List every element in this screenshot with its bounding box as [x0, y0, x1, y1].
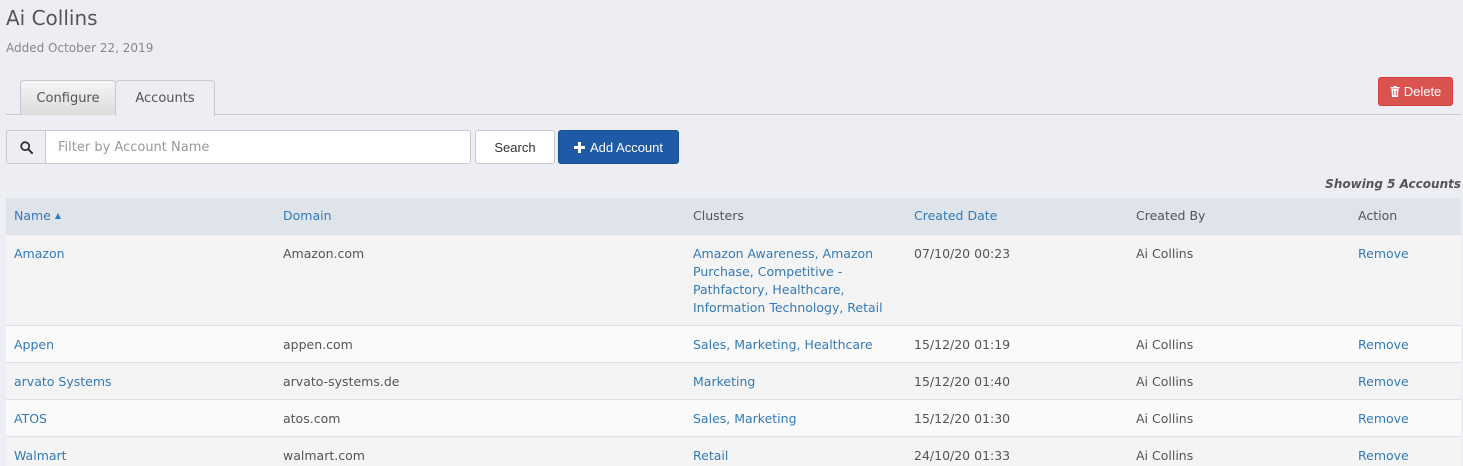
account-created-date: 15/12/20 01:19	[906, 324, 1128, 362]
column-header-name-label: Name	[14, 208, 51, 224]
account-created-by: Ai Collins	[1128, 398, 1350, 436]
remove-link[interactable]: Remove	[1358, 337, 1409, 352]
page-title: Ai Collins	[6, 6, 98, 30]
search-input[interactable]	[45, 130, 471, 164]
account-domain: Amazon.com	[275, 233, 685, 325]
search-icon	[19, 140, 33, 154]
column-header-clusters: Clusters	[693, 208, 744, 224]
account-created-date: 24/10/20 01:33	[906, 435, 1128, 466]
account-name-link[interactable]: Appen	[14, 337, 54, 352]
table-row: Walmart walmart.com Retail 24/10/20 01:3…	[6, 435, 1461, 466]
account-name-link[interactable]: arvato Systems	[14, 374, 112, 389]
column-header-domain[interactable]: Domain	[275, 198, 685, 234]
search-group	[6, 130, 471, 164]
account-created-date: 07/10/20 00:23	[906, 233, 1128, 325]
search-addon	[6, 130, 45, 164]
accounts-table: Name ▲ Domain Clusters Created Date Crea…	[6, 198, 1461, 466]
sort-ascending-icon: ▲	[54, 211, 62, 221]
account-created-date: 15/12/20 01:40	[906, 361, 1128, 399]
tab-accounts[interactable]: Accounts	[115, 80, 215, 116]
column-header-name[interactable]: Name ▲	[6, 198, 275, 234]
account-domain: walmart.com	[275, 435, 685, 466]
column-header-action: Action	[1358, 208, 1398, 224]
table-row: ATOS atos.com Sales, Marketing 15/12/20 …	[6, 398, 1461, 436]
tab-bar: Configure Accounts	[6, 80, 1461, 116]
account-clusters-link[interactable]: Sales, Marketing	[693, 411, 797, 426]
table-header-row: Name ▲ Domain Clusters Created Date Crea…	[6, 198, 1461, 234]
remove-link[interactable]: Remove	[1358, 411, 1409, 426]
table-row: arvato Systems arvato-systems.de Marketi…	[6, 361, 1461, 399]
add-account-button[interactable]: Add Account	[558, 130, 679, 164]
account-domain: arvato-systems.de	[275, 361, 685, 399]
account-created-by: Ai Collins	[1128, 361, 1350, 399]
remove-link[interactable]: Remove	[1358, 374, 1409, 389]
added-date: Added October 22, 2019	[6, 41, 154, 55]
remove-link[interactable]: Remove	[1358, 246, 1409, 261]
account-domain: atos.com	[275, 398, 685, 436]
account-created-by: Ai Collins	[1128, 324, 1350, 362]
table-row: Appen appen.com Sales, Marketing, Health…	[6, 324, 1461, 362]
delete-button-label: Delete	[1403, 84, 1442, 99]
account-clusters-link[interactable]: Amazon Awareness, Amazon Purchase, Compe…	[693, 245, 893, 317]
account-created-by: Ai Collins	[1128, 233, 1350, 325]
account-created-date: 15/12/20 01:30	[906, 398, 1128, 436]
delete-button[interactable]: Delete	[1378, 77, 1453, 106]
account-clusters-link[interactable]: Sales, Marketing, Healthcare	[693, 337, 873, 352]
remove-link[interactable]: Remove	[1358, 448, 1409, 463]
account-clusters-link[interactable]: Marketing	[693, 374, 755, 389]
add-account-label: Add Account	[590, 139, 663, 155]
account-name-link[interactable]: Walmart	[14, 448, 67, 463]
accounts-count: Showing 5 Accounts	[1325, 177, 1461, 191]
account-created-by: Ai Collins	[1128, 435, 1350, 466]
table-row: Amazon Amazon.com Amazon Awareness, Amaz…	[6, 233, 1461, 325]
column-header-created-by: Created By	[1136, 208, 1206, 224]
account-domain: appen.com	[275, 324, 685, 362]
plus-icon	[574, 141, 585, 153]
account-name-link[interactable]: ATOS	[14, 411, 47, 426]
column-header-created-date[interactable]: Created Date	[906, 198, 1128, 234]
tab-configure[interactable]: Configure	[20, 80, 116, 115]
trash-icon	[1390, 86, 1400, 97]
search-button[interactable]: Search	[475, 130, 555, 164]
account-clusters-link[interactable]: Retail	[693, 448, 728, 463]
account-name-link[interactable]: Amazon	[14, 246, 65, 261]
